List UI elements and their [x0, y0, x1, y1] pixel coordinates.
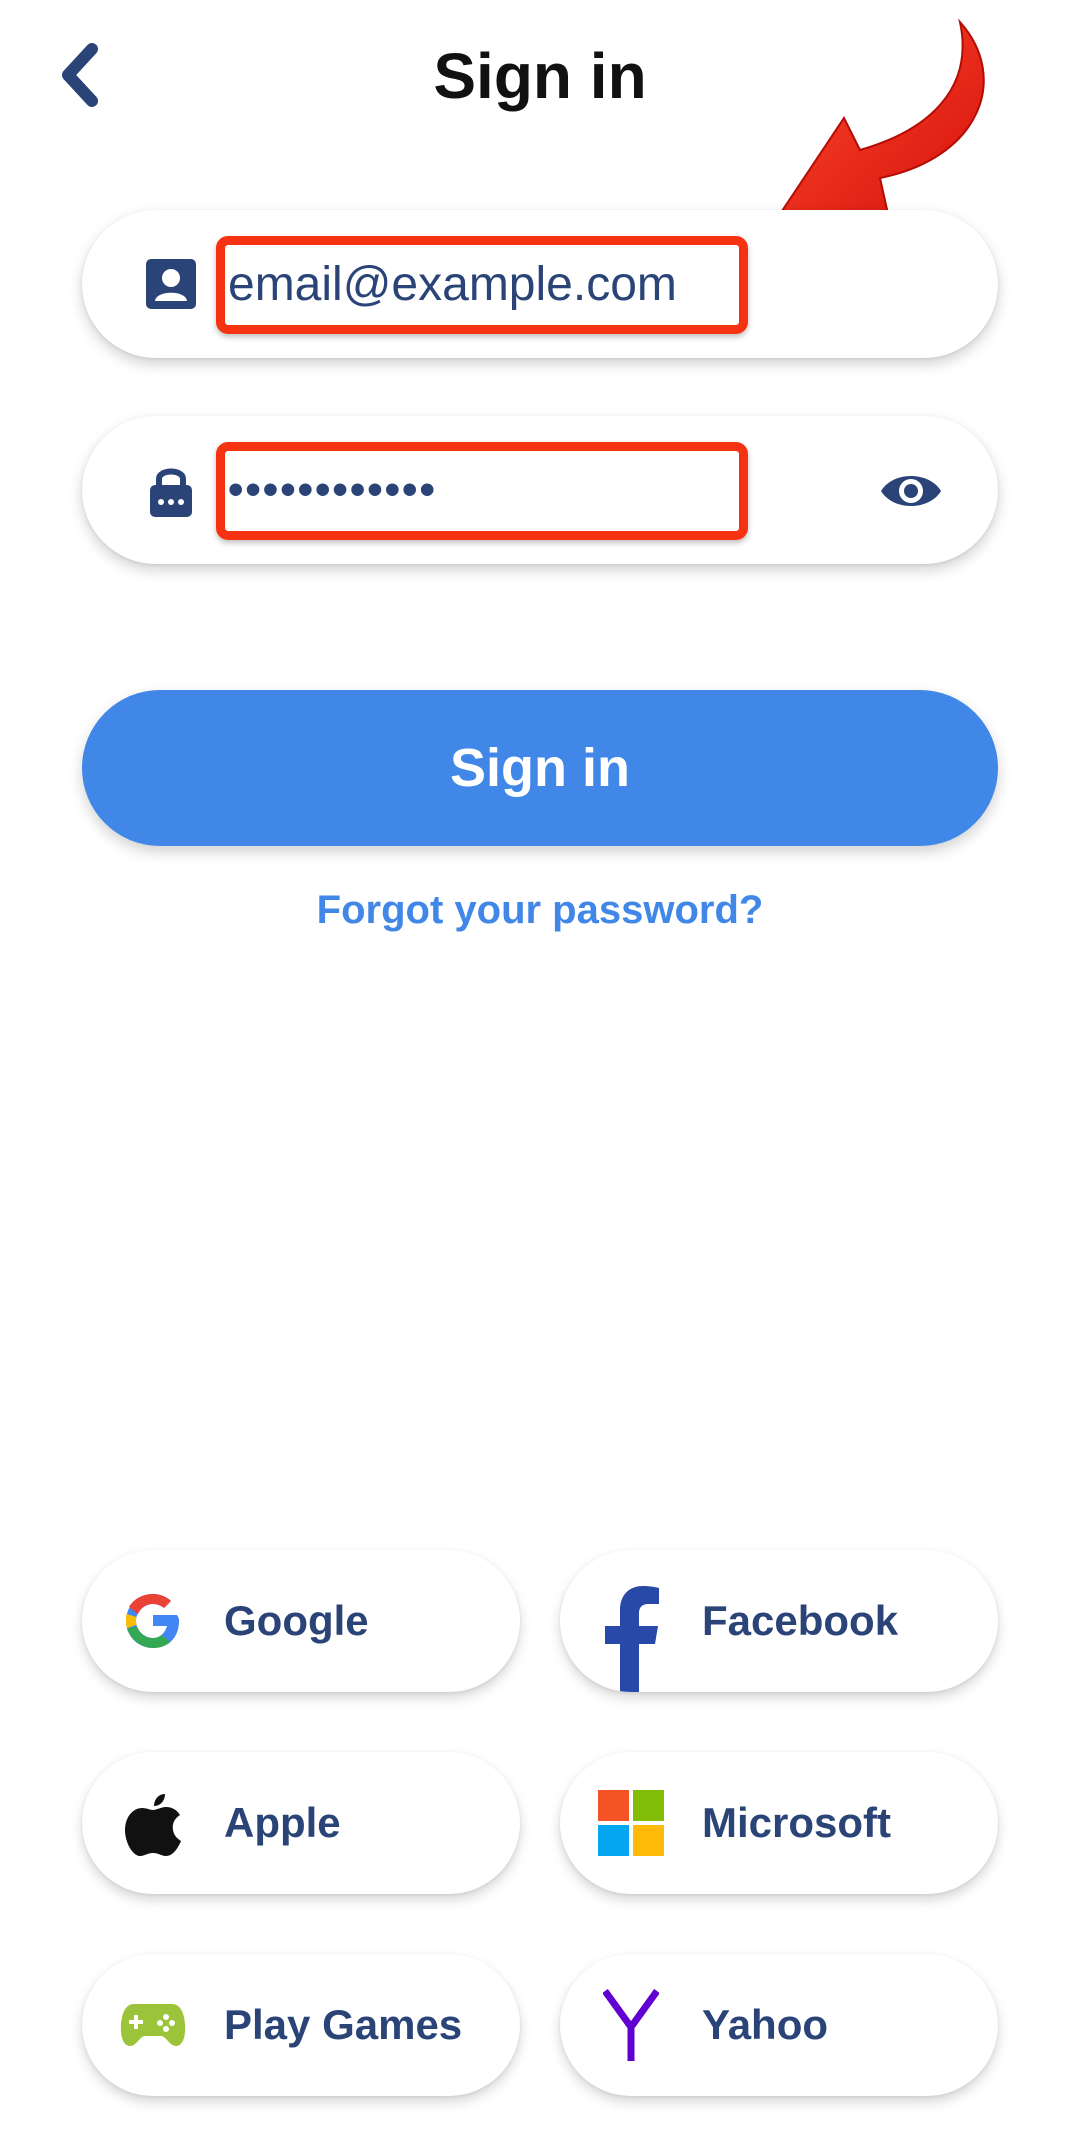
lock-icon	[150, 468, 192, 517]
provider-label: Play Games	[224, 2001, 463, 2048]
microsoft-signin-button[interactable]: Microsoft	[560, 1752, 998, 1894]
play-games-icon	[120, 2004, 186, 2046]
apple-icon	[125, 1794, 181, 1856]
google-icon	[126, 1594, 179, 1648]
provider-label: Facebook	[702, 1597, 899, 1644]
forgot-password-link[interactable]: Forgot your password?	[0, 888, 1080, 933]
eye-icon	[881, 476, 941, 506]
provider-label: Google	[224, 1597, 369, 1644]
google-signin-button[interactable]: Google	[82, 1550, 520, 1692]
microsoft-icon	[598, 1790, 664, 1856]
facebook-icon	[605, 1586, 659, 1692]
yahoo-signin-button[interactable]: Yahoo	[560, 1954, 998, 2096]
apple-signin-button[interactable]: Apple	[82, 1752, 520, 1894]
email-field[interactable]	[82, 210, 998, 358]
play-games-signin-button[interactable]: Play Games	[82, 1954, 520, 2096]
password-input[interactable]	[216, 452, 716, 528]
facebook-signin-button[interactable]: Facebook	[560, 1550, 998, 1692]
provider-label: Microsoft	[702, 1799, 891, 1846]
signin-button[interactable]: Sign in	[82, 690, 998, 846]
provider-label: Apple	[224, 1799, 341, 1846]
page-title: Sign in	[433, 40, 647, 112]
show-password-button[interactable]	[876, 456, 946, 526]
yahoo-icon	[603, 1989, 659, 2061]
email-input[interactable]	[216, 246, 716, 322]
password-field[interactable]	[82, 416, 998, 564]
contact-card-icon	[146, 259, 196, 309]
provider-label: Yahoo	[702, 2001, 829, 2048]
